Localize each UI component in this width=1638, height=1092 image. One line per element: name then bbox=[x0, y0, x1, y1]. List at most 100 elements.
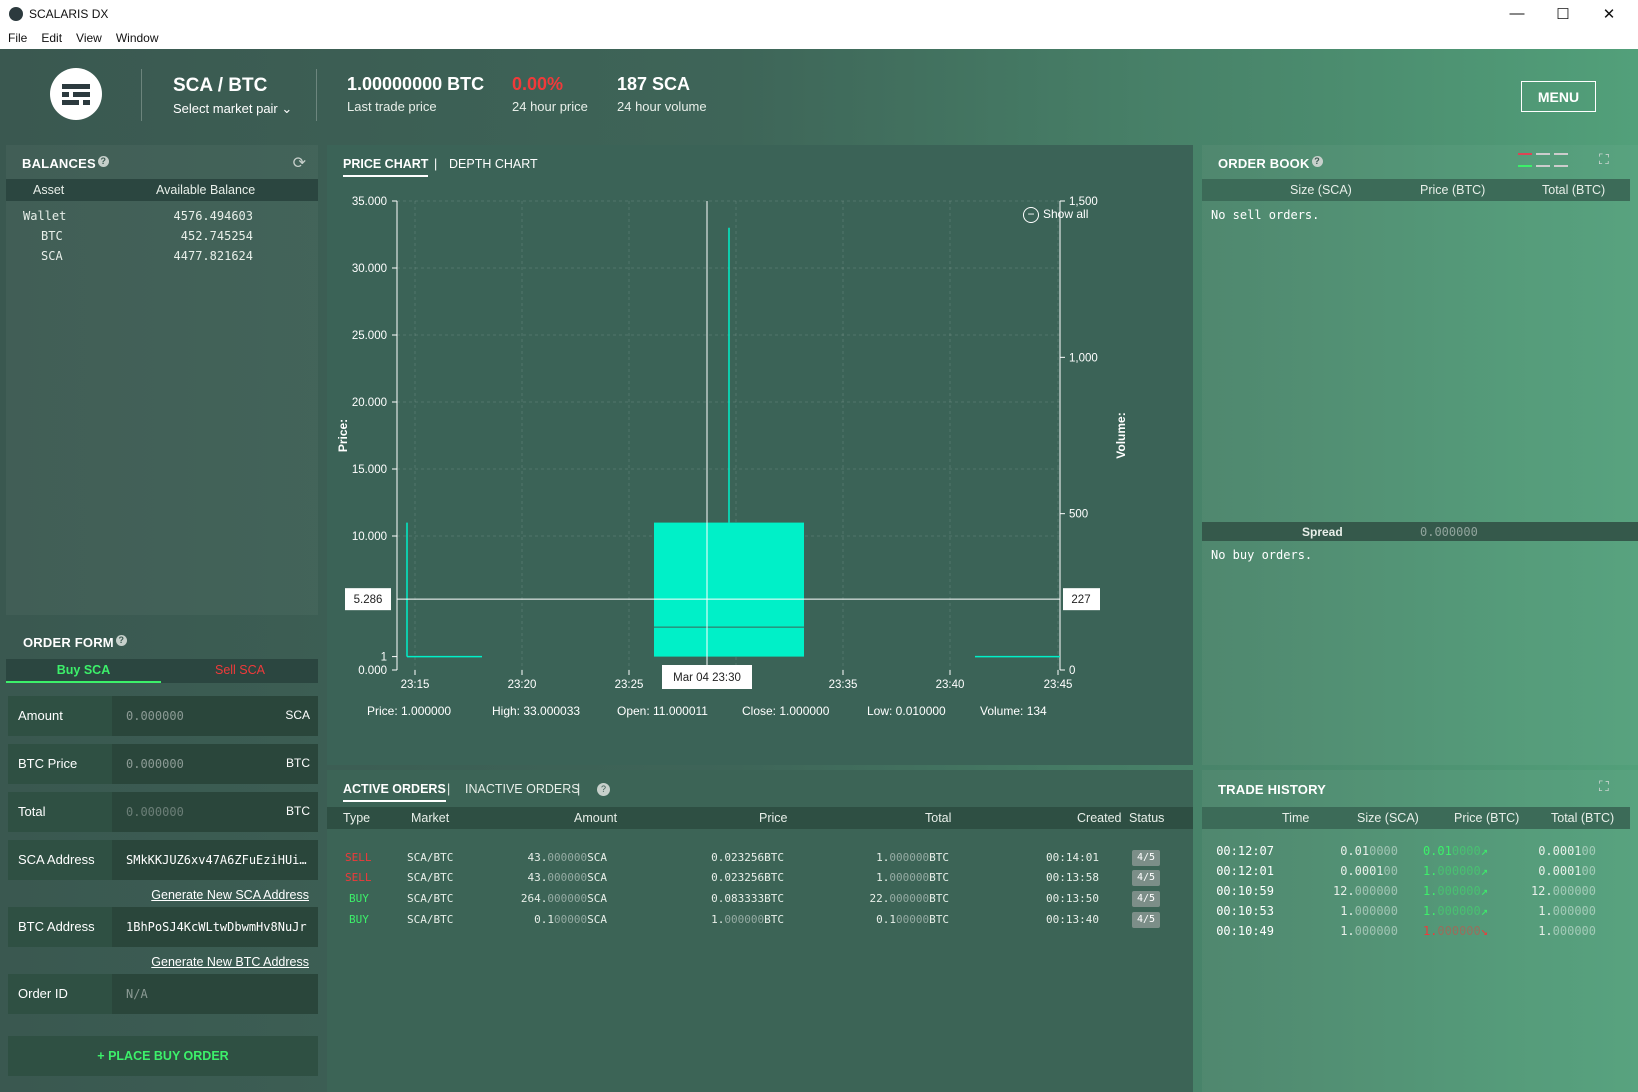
orders-panel: ACTIVE ORDERS | INACTIVE ORDERS | ? Type… bbox=[327, 770, 1193, 1092]
btc-address-input[interactable]: 1BhPoSJ4KcWLtwDbwmHv8NuJr bbox=[112, 907, 318, 947]
no-sell-orders: No sell orders. bbox=[1211, 208, 1320, 222]
status-badge: 4/5 bbox=[1132, 912, 1160, 928]
total-field: Total 0.000000 BTC bbox=[8, 792, 318, 832]
trade-history-title: TRADE HISTORY bbox=[1218, 782, 1327, 797]
col-total: Total (BTC) bbox=[1551, 811, 1615, 825]
x-tick-label: 23:20 bbox=[508, 679, 537, 691]
readout-price: Price: 1.000000 bbox=[367, 704, 452, 718]
btc-address-field: BTC Address 1BhPoSJ4KcWLtwDbwmHv8NuJr bbox=[8, 907, 318, 947]
col-asset: Asset bbox=[33, 183, 65, 197]
col-type: Type bbox=[343, 811, 371, 825]
trade-history-header: Time Size (SCA) Price (BTC) Total (BTC) bbox=[1202, 807, 1630, 829]
spread-row: Spread 0.000000 bbox=[1202, 522, 1638, 541]
place-buy-order-button[interactable]: + PLACE BUY ORDER bbox=[8, 1036, 318, 1076]
y-tick-label: 0.000 bbox=[358, 665, 387, 677]
zoom-out-icon: − bbox=[1023, 207, 1039, 223]
orders-header: Type Market Amount Price Total Created S… bbox=[327, 807, 1193, 829]
col-available-balance: Available Balance bbox=[156, 183, 256, 197]
tab-buy-sca[interactable]: Buy SCA bbox=[6, 659, 161, 683]
sca-address-input[interactable]: SMkKKJUZ6xv47A6ZFuEziHUi… bbox=[112, 840, 318, 880]
col-size: Size (SCA) bbox=[1290, 183, 1352, 197]
status-badge: 4/5 bbox=[1132, 850, 1160, 866]
order-book-title: ORDER BOOK? bbox=[1218, 156, 1323, 171]
select-market-pair[interactable]: Select market pair ⌄ bbox=[173, 101, 292, 117]
order-id-label: Order ID bbox=[18, 986, 68, 1001]
crosshair-time: Mar 04 23:30 bbox=[673, 672, 741, 684]
table-row[interactable]: BUY SCA/BTC 0.100000SCA 1.000000BTC 0.10… bbox=[327, 910, 1160, 930]
show-all-button[interactable]: − Show all bbox=[1023, 207, 1088, 223]
readout-volume: Volume: 134 bbox=[980, 704, 1047, 718]
menu-file[interactable]: File bbox=[8, 31, 27, 45]
view-sell-icon[interactable] bbox=[1554, 153, 1568, 167]
help-icon[interactable]: ? bbox=[1311, 156, 1323, 167]
readout-high: High: 33.000033 bbox=[492, 704, 581, 718]
table-row[interactable]: SELL SCA/BTC 43.000000SCA 0.023256BTC 1.… bbox=[327, 848, 1160, 868]
tab-active-orders[interactable]: ACTIVE ORDERS bbox=[343, 782, 446, 802]
status-badge: 4/5 bbox=[1132, 870, 1160, 886]
spread-label: Spread bbox=[1302, 525, 1343, 539]
price-chart-panel: PRICE CHART | DEPTH CHART 35.000 30.000 25… bbox=[327, 145, 1193, 765]
order-book-view-toggle[interactable] bbox=[1518, 153, 1574, 171]
col-price: Price bbox=[759, 811, 788, 825]
window-title: SCALARIS DX bbox=[29, 6, 109, 21]
order-form-panel: ORDER FORM? Buy SCA Sell SCA Amount 0.00… bbox=[0, 624, 318, 1092]
help-icon[interactable]: ? bbox=[97, 156, 109, 167]
order-id-value: N/A bbox=[112, 974, 318, 1014]
view-buy-icon[interactable] bbox=[1536, 153, 1550, 167]
y-axis-label: Price: bbox=[336, 419, 350, 452]
candlestick-chart[interactable]: 35.000 30.000 25.000 20.000 15.000 10.000 10.0… bbox=[327, 175, 1193, 765]
tab-inactive-orders[interactable]: INACTIVE ORDERS bbox=[465, 782, 580, 796]
sca-address-field: SCA Address SMkKKJUZ6xv47A6ZFuEziHUi… bbox=[8, 840, 318, 880]
crosshair-volume: 227 bbox=[1071, 594, 1090, 606]
view-both-icon[interactable] bbox=[1518, 153, 1532, 167]
app-icon bbox=[9, 6, 23, 21]
balances-title: BALANCES? bbox=[22, 156, 109, 171]
table-row[interactable]: SELL SCA/BTC 43.000000SCA 0.023256BTC 1.… bbox=[327, 868, 1160, 888]
tab-price-chart[interactable]: PRICE CHART bbox=[343, 157, 429, 177]
y-tick-label: 35.000 bbox=[352, 196, 387, 208]
y2-tick-label: 1,000 bbox=[1069, 352, 1098, 364]
menu-view[interactable]: View bbox=[76, 31, 102, 45]
y-tick-label: 15.000 bbox=[352, 464, 387, 476]
minimize-button[interactable]: — bbox=[1494, 0, 1540, 27]
y2-tick-label: 500 bbox=[1069, 509, 1088, 521]
generate-btc-address-link[interactable]: Generate New BTC Address bbox=[151, 955, 309, 969]
amount-label: Amount bbox=[18, 708, 63, 723]
trade-history-row: 00:10:59 12.000000 1.000000↗ 12.000000 bbox=[1216, 884, 1596, 898]
col-time: Time bbox=[1282, 811, 1310, 825]
help-icon[interactable]: ? bbox=[115, 635, 127, 646]
menu-edit[interactable]: Edit bbox=[41, 31, 62, 45]
menu-button[interactable]: MENU bbox=[1521, 81, 1596, 112]
close-button[interactable]: ✕ bbox=[1586, 0, 1632, 27]
balance-sca-value: 4477.821624 bbox=[173, 249, 253, 263]
menu-window[interactable]: Window bbox=[116, 31, 159, 45]
col-size: Size (SCA) bbox=[1357, 811, 1419, 825]
trade-history-row: 00:10:49 1.000000 1.000000↘ 1.000000 bbox=[1216, 924, 1596, 938]
balances-panel: BALANCES? ⟳ Asset Available Balance Wall… bbox=[6, 145, 318, 615]
generate-sca-address-link[interactable]: Generate New SCA Address bbox=[151, 888, 309, 902]
col-total: Total bbox=[925, 811, 952, 825]
market-pair: SCA / BTC bbox=[173, 75, 268, 96]
btc-price-field: BTC Price 0.000000 BTC bbox=[8, 744, 318, 784]
tab-separator: | bbox=[447, 782, 451, 796]
trade-history-row: 00:12:07 0.010000 0.010000↗ 0.000100 bbox=[1216, 844, 1596, 858]
help-icon[interactable]: ? bbox=[597, 783, 610, 796]
price-change-label: 24 hour price bbox=[512, 99, 588, 114]
amount-field: Amount 0.000000 SCA bbox=[8, 696, 318, 736]
tab-depth-chart[interactable]: DEPTH CHART bbox=[449, 157, 538, 171]
trade-history-row: 00:12:01 0.000100 1.000000↗ 0.000100 bbox=[1216, 864, 1596, 878]
no-buy-orders: No buy orders. bbox=[1211, 548, 1313, 562]
refresh-icon[interactable]: ⟳ bbox=[293, 153, 306, 173]
tab-sell-sca[interactable]: Sell SCA bbox=[162, 659, 318, 683]
y-tick-label: 10.000 bbox=[352, 531, 387, 543]
x-tick-label: 23:35 bbox=[829, 679, 858, 691]
order-book-header: Size (SCA) Price (BTC) Total (BTC) bbox=[1202, 179, 1630, 201]
col-price: Price (BTC) bbox=[1454, 811, 1520, 825]
expand-icon[interactable]: ⛶ bbox=[1599, 151, 1609, 168]
maximize-button[interactable]: ☐ bbox=[1540, 0, 1586, 27]
volume-24h-label: 24 hour volume bbox=[617, 99, 707, 114]
col-status: Status bbox=[1129, 811, 1165, 825]
expand-icon[interactable]: ⛶ bbox=[1599, 778, 1609, 795]
table-row[interactable]: BUY SCA/BTC 264.000000SCA 0.083333BTC 22… bbox=[327, 889, 1160, 909]
y2-tick-label: 0 bbox=[1069, 665, 1075, 677]
